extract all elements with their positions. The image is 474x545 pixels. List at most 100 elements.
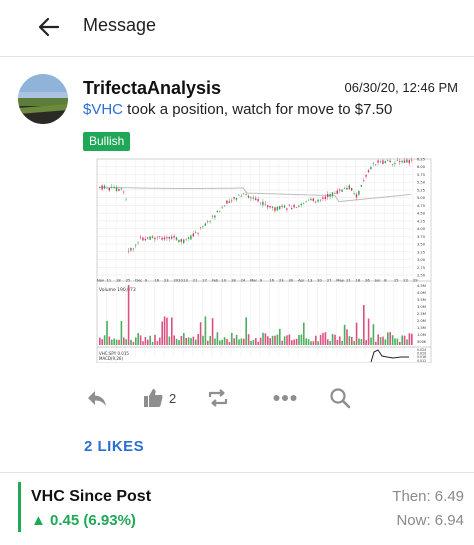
candle-body — [231, 200, 233, 202]
avatar[interactable] — [18, 74, 68, 124]
candle-body — [151, 236, 154, 238]
candle-body — [307, 199, 310, 201]
message-body: $VHC took a position, watch for move to … — [83, 101, 392, 118]
indicator-axis-labels: 0.0240.0200.0160.012 — [417, 348, 426, 363]
candle-body — [175, 237, 178, 240]
reply-button[interactable] — [86, 383, 108, 413]
candle-body — [154, 237, 156, 240]
volume-bar — [276, 334, 279, 345]
volume-bar — [281, 340, 283, 345]
candle-body — [166, 237, 168, 239]
indicator-label-2: MACD(9,26) — [99, 356, 123, 361]
candle-body — [283, 205, 286, 208]
back-arrow-icon[interactable] — [36, 14, 62, 40]
candle-body — [173, 235, 175, 238]
candle-body — [262, 201, 264, 206]
candle-body — [370, 167, 372, 170]
candle-body — [300, 203, 302, 206]
candle-body — [156, 236, 158, 238]
candle-body — [310, 198, 312, 201]
candle-body — [137, 241, 139, 243]
candle-body — [243, 193, 245, 195]
date-tick-label: May — [336, 279, 344, 283]
candle-body — [401, 160, 403, 163]
volume-label: Volume 190,073 — [99, 287, 136, 293]
price-tick-label: 4.75 — [417, 204, 425, 208]
candle-body — [159, 236, 161, 237]
candle-body — [394, 162, 396, 164]
volume-bar — [209, 335, 211, 345]
price-tick-label: 5.00 — [417, 196, 426, 200]
volume-bar — [151, 341, 154, 345]
price-then: Then: 6.49 — [392, 488, 464, 505]
date-tick-label: 16 — [154, 279, 159, 283]
search-button[interactable] — [329, 383, 351, 413]
candle-body — [334, 193, 336, 194]
volume-bar — [331, 333, 334, 345]
more-options-button[interactable] — [273, 383, 297, 413]
volume-bar — [403, 335, 406, 345]
stock-chart-image[interactable]: 6.25 6.00 5.75 5.50 5.25 5.00 4.75 4.50 4.25 4.00… — [95, 157, 435, 363]
username[interactable]: TrifectaAnalysis — [83, 78, 221, 99]
volume-bar — [219, 340, 221, 345]
action-bar: 2 — [0, 383, 474, 413]
price-tick-label: 3.50 — [417, 243, 426, 247]
price-tick-label: 3.75 — [417, 235, 425, 239]
date-tick-label: 20 — [317, 279, 322, 283]
volume-bar — [99, 337, 101, 345]
volume-bar — [250, 340, 252, 345]
likes-link[interactable]: 2 LIKES — [84, 438, 144, 455]
price-tick-label: 5.50 — [417, 181, 426, 185]
candle-body — [161, 237, 163, 240]
candle-body — [199, 227, 202, 228]
volume-bar — [257, 341, 259, 345]
date-tick-label: 25 — [126, 279, 131, 283]
volume-bar — [295, 338, 298, 345]
reshare-button[interactable] — [207, 383, 229, 413]
candle-body — [190, 235, 192, 240]
volume-bar — [173, 335, 175, 345]
candle-body — [183, 239, 185, 243]
volume-bar — [399, 341, 401, 345]
volume-bar — [391, 335, 394, 345]
candle-body — [108, 187, 110, 191]
volume-bar — [305, 338, 307, 345]
date-tick-label: 13 — [183, 279, 188, 283]
volume-bar — [384, 339, 387, 345]
candle-body — [99, 187, 101, 188]
candle-body — [168, 236, 170, 239]
cashtag-link[interactable]: $VHC — [83, 101, 123, 118]
candle-body — [322, 197, 324, 199]
volume-bar — [355, 322, 358, 345]
volume-bar — [351, 336, 353, 345]
volume-bar — [267, 336, 269, 345]
candle-body — [255, 198, 257, 201]
volume-bar — [118, 339, 120, 345]
volume-bar — [108, 336, 111, 345]
volume-bar — [259, 337, 262, 345]
candle-body — [139, 236, 142, 238]
volume-bar — [240, 338, 243, 345]
since-post-panel[interactable]: VHC Since Post ▲ 0.45 (6.93%) Then: 6.49… — [18, 482, 464, 532]
volume-bar — [183, 333, 185, 345]
date-tick-label: 21 — [193, 279, 198, 283]
volume-bar — [154, 334, 156, 345]
like-button[interactable]: 2 — [143, 383, 176, 413]
date-tick-label: 18 — [116, 279, 121, 283]
volume-bar — [127, 285, 130, 345]
date-tick-label: Mar — [250, 279, 257, 283]
search-icon — [330, 388, 351, 409]
volume-bar — [339, 336, 341, 345]
volume-bar — [223, 337, 226, 345]
volume-bar — [125, 339, 127, 345]
timestamp: 06/30/20, 12:46 PM — [344, 80, 458, 95]
volume-bar — [195, 339, 197, 345]
candle-body — [288, 204, 290, 206]
candle-body — [192, 233, 194, 237]
volume-bar — [387, 332, 389, 345]
price-tick-label: 5.25 — [417, 188, 425, 192]
candle-body — [103, 185, 106, 189]
volume-bar — [370, 337, 372, 345]
date-tick-label: 26 — [365, 279, 370, 283]
candle-body — [185, 239, 187, 241]
